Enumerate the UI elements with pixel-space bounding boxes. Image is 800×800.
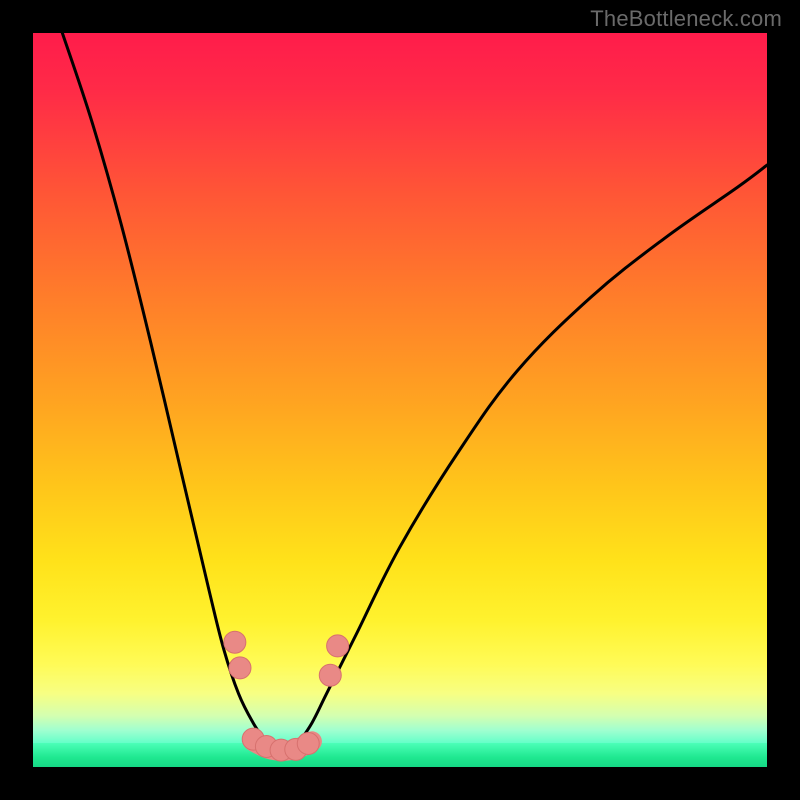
outer-frame: TheBottleneck.com: [0, 0, 800, 800]
marker-point: [319, 664, 341, 686]
plot-area: [33, 33, 767, 767]
marker-point: [224, 631, 246, 653]
curve-right-branch: [297, 165, 767, 745]
curves-group: [62, 33, 767, 751]
marker-point: [297, 733, 319, 755]
bottleneck-curve-svg: [33, 33, 767, 767]
marker-point: [327, 635, 349, 657]
watermark-text: TheBottleneck.com: [590, 6, 782, 32]
marker-point: [229, 657, 251, 679]
markers-group: [224, 631, 349, 761]
